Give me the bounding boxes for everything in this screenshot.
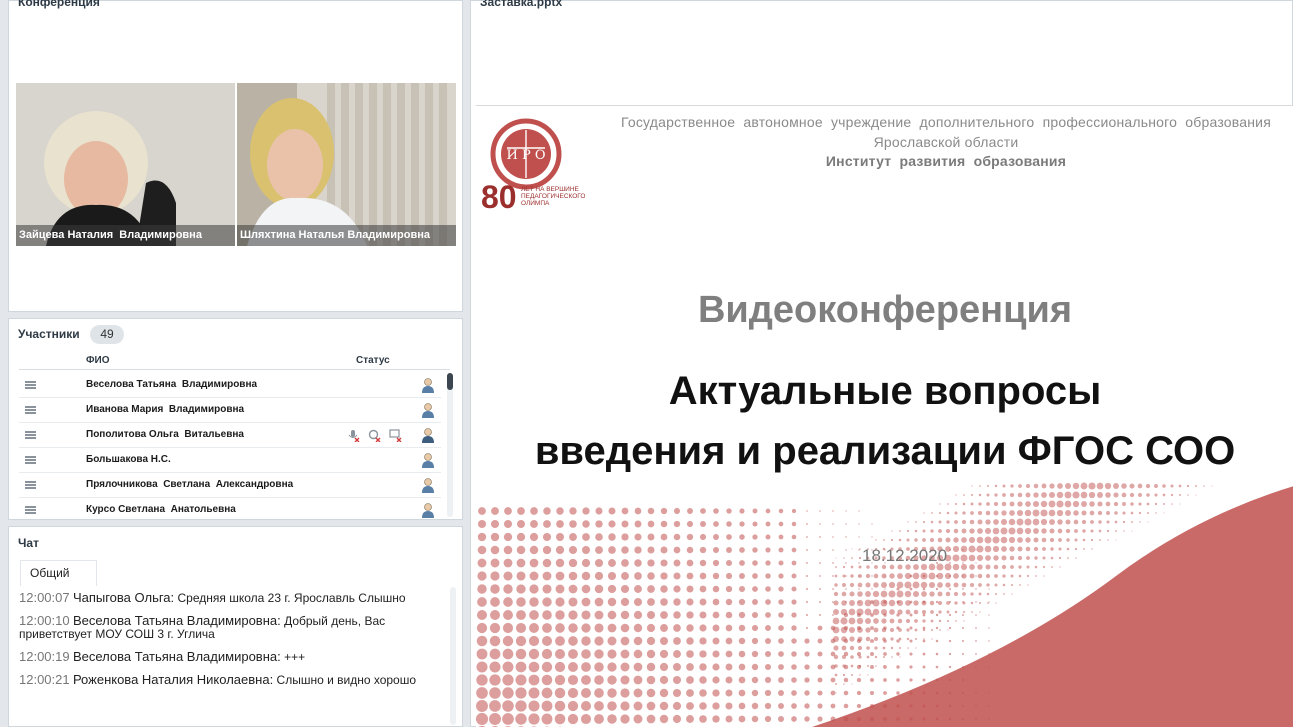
chat-messages: 12:00:07 Чапыгова Ольга: Средняя школа 2… bbox=[19, 585, 447, 726]
video-caption-2: Шляхтина Наталья Владимировна bbox=[237, 225, 456, 246]
participant-name: Курсо Светлана Анатольевна bbox=[86, 504, 236, 515]
video-tile-1[interactable]: Зайцева Наталия Владимировна bbox=[16, 83, 235, 246]
mic-muted-icon[interactable] bbox=[347, 429, 360, 442]
chat-message: 12:00:07 Чапыгова Ольга: Средняя школа 2… bbox=[19, 591, 447, 605]
participant-row[interactable]: Большакова Н.С. bbox=[19, 448, 441, 473]
org-line-2: Ярославской области bbox=[873, 134, 1019, 150]
org-line-3: Институт развития образования bbox=[825, 153, 1067, 169]
participant-name: Иванова Мария Владимировна bbox=[86, 404, 245, 415]
participants-scrollbar[interactable] bbox=[447, 373, 453, 517]
screen-muted-icon[interactable] bbox=[389, 429, 402, 442]
grip-icon[interactable] bbox=[25, 506, 36, 514]
slide-heading: Видеоконференция bbox=[697, 289, 1073, 331]
logo-letters: И Р О bbox=[506, 148, 545, 163]
participant-row[interactable]: Прялочникова Светлана Александровна bbox=[19, 473, 441, 498]
participant-row[interactable]: Веселова Татьяна Владимировна bbox=[19, 373, 441, 398]
message-time: 12:00:19 bbox=[19, 649, 70, 664]
video-feed-1 bbox=[16, 83, 235, 246]
user-icon bbox=[422, 378, 434, 393]
slide-date: 18.12.2020 bbox=[862, 546, 948, 565]
message-author: Веселова Татьяна Владимировна: bbox=[72, 613, 281, 628]
participants-scroll-thumb[interactable] bbox=[447, 373, 453, 390]
message-time: 12:00:10 bbox=[19, 613, 70, 628]
chat-message: 12:00:19 Веселова Татьяна Владимировна: … bbox=[19, 650, 447, 664]
logo-motto: ЛЕТ НА ВЕРШИНЕ ПЕДАГОГИЧЕСКОГО ОЛИМПА bbox=[521, 186, 585, 207]
message-author: Чапыгова Ольга: bbox=[72, 590, 175, 605]
video-feed-2 bbox=[237, 83, 456, 246]
chat-panel: Чат Общий 12:00:07 Чапыгова Ольга: Средн… bbox=[8, 526, 463, 727]
message-author: Роженкова Наталия Николаевна: bbox=[72, 672, 274, 687]
grip-icon[interactable] bbox=[25, 481, 36, 489]
message-text: Слышно и видно хорошо bbox=[276, 673, 417, 687]
chat-message: 12:00:10 Веселова Татьяна Владимировна: … bbox=[19, 614, 447, 641]
participant-row[interactable]: Иванова Мария Владимировна bbox=[19, 398, 441, 423]
participants-title: Участники bbox=[18, 327, 80, 341]
logo-years: 80 bbox=[481, 179, 517, 215]
presentation-title: Заставка.pptx bbox=[480, 0, 563, 9]
table-header-divider bbox=[19, 369, 450, 370]
participant-name: Прялочникова Светлана Александровна bbox=[86, 479, 294, 490]
conference-panel: Конференция Зайцева Наталия Владимировна bbox=[8, 0, 463, 312]
video-tile-2[interactable]: Шляхтина Наталья Владимировна bbox=[237, 83, 456, 246]
conference-title: Конференция bbox=[18, 0, 100, 9]
slide-subtitle-2: введения и реализации ФГОС СОО bbox=[534, 429, 1236, 473]
message-author: Веселова Татьяна Владимировна: bbox=[72, 649, 281, 664]
chat-message: 12:00:21 Роженкова Наталия Николаевна: С… bbox=[19, 673, 447, 687]
user-icon bbox=[422, 428, 434, 443]
participant-row[interactable]: Курсо Светлана Анатольевна bbox=[19, 498, 441, 519]
column-header-status: Статус bbox=[356, 355, 390, 366]
grip-icon[interactable] bbox=[25, 381, 36, 389]
org-line-1: Государственное автономное учреждение до… bbox=[621, 114, 1271, 130]
participant-name: Веселова Татьяна Владимировна bbox=[86, 379, 258, 390]
participants-count-badge: 49 bbox=[90, 325, 124, 344]
grip-icon[interactable] bbox=[25, 456, 36, 464]
grip-icon[interactable] bbox=[25, 406, 36, 414]
message-time: 12:00:07 bbox=[19, 590, 70, 605]
user-icon bbox=[422, 478, 434, 493]
participant-name: Пополитова Ольга Витальевна bbox=[86, 429, 244, 440]
user-icon bbox=[422, 403, 434, 418]
message-time: 12:00:21 bbox=[19, 672, 70, 687]
chat-scrollbar[interactable] bbox=[450, 587, 456, 725]
slide-subtitle-1: Актуальные вопросы bbox=[668, 369, 1102, 413]
grip-icon[interactable] bbox=[25, 431, 36, 439]
user-icon bbox=[422, 503, 434, 518]
presentation-panel: Заставка.pptx И Р О 80 ЛЕТ НА ВЕРШИНЕ ПЕ… bbox=[470, 0, 1293, 727]
participant-row[interactable]: Пополитова Ольга Витальевна bbox=[19, 423, 441, 448]
video-caption-1: Зайцева Наталия Владимировна bbox=[16, 225, 235, 246]
participants-panel: Участники 49 ФИО Статус Веселова Татьяна… bbox=[8, 318, 463, 520]
user-icon bbox=[422, 453, 434, 468]
chat-title: Чат bbox=[18, 536, 39, 550]
column-header-name: ФИО bbox=[86, 355, 110, 366]
presentation-slide: И Р О 80 ЛЕТ НА ВЕРШИНЕ ПЕДАГОГИЧЕСКОГО … bbox=[476, 105, 1293, 727]
camera-muted-icon[interactable] bbox=[368, 429, 381, 442]
tab-general[interactable]: Общий bbox=[20, 560, 97, 586]
iro-logo: И Р О 80 ЛЕТ НА ВЕРШИНЕ ПЕДАГОГИЧЕСКОГО … bbox=[481, 118, 585, 215]
participant-name: Большакова Н.С. bbox=[86, 454, 171, 465]
message-text: +++ bbox=[284, 650, 306, 664]
message-text: Средняя школа 23 г. Ярославль Слышно bbox=[177, 591, 406, 605]
